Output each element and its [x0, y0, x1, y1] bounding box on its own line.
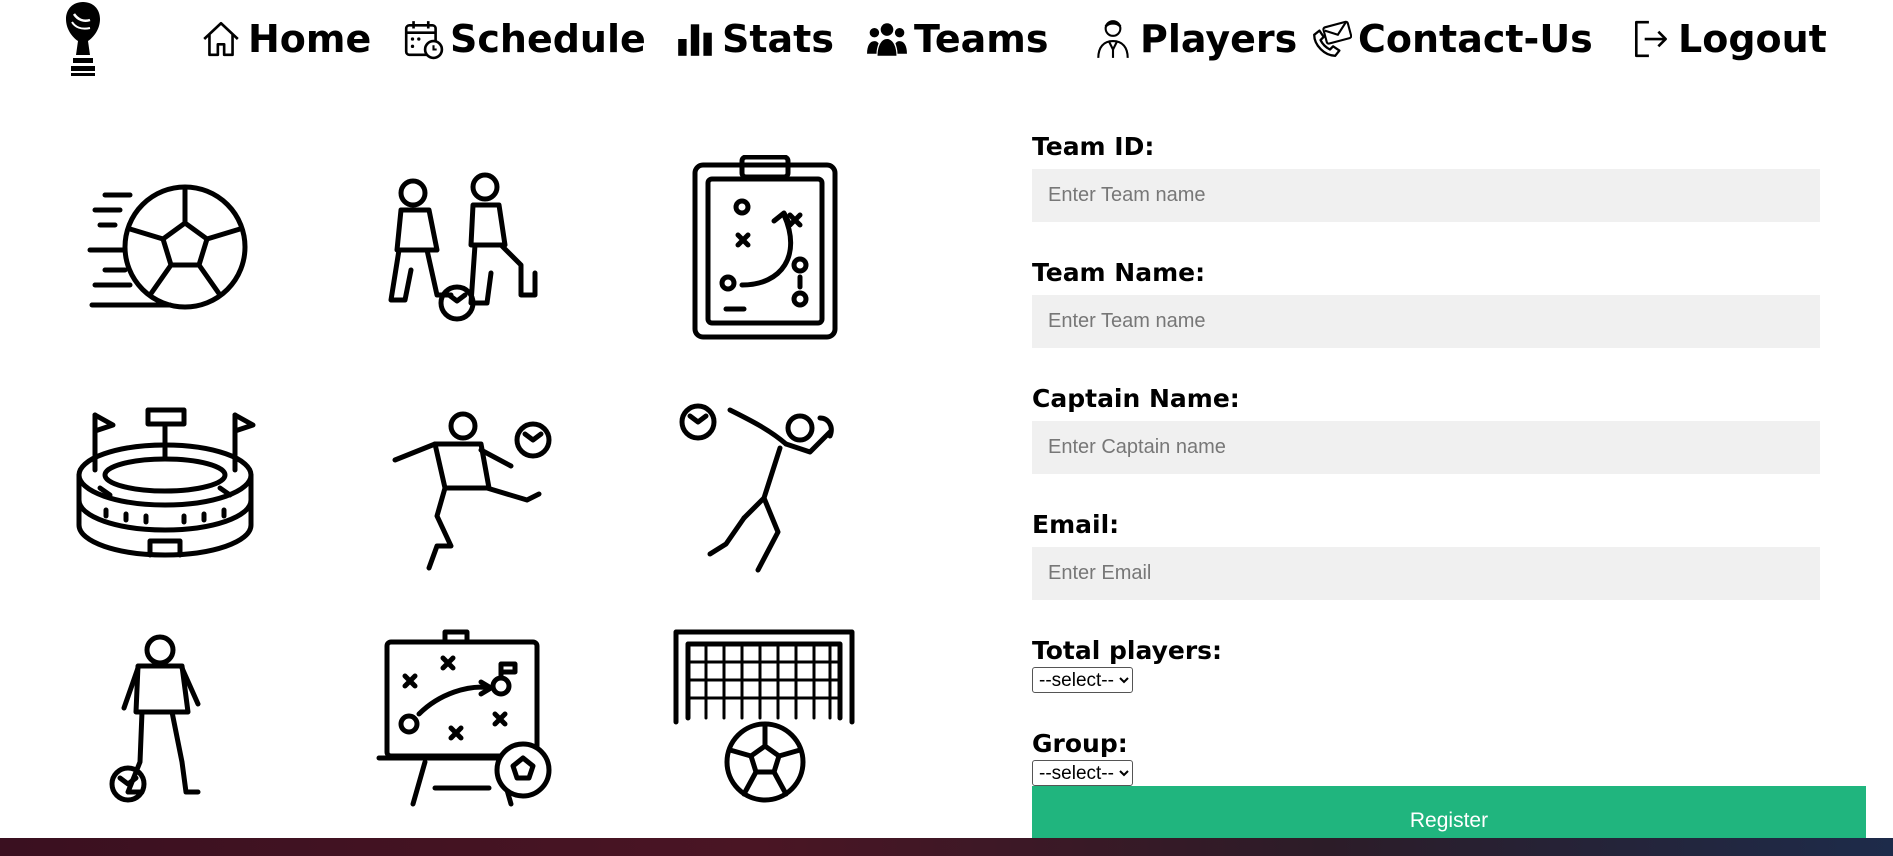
tactics-board-icon	[375, 628, 565, 818]
nav-stats[interactable]: Stats	[674, 12, 834, 66]
captain-name-input[interactable]	[1032, 421, 1820, 474]
nav-teams-label: Teams	[914, 17, 1049, 61]
nav-logout-label: Logout	[1678, 17, 1827, 61]
captain-name-label: Captain Name:	[1032, 384, 1240, 413]
two-players-icon	[375, 155, 565, 345]
bar-chart-icon	[678, 24, 712, 56]
goal-net-icon	[670, 622, 860, 812]
calendar-clock-icon	[404, 21, 444, 60]
phone-envelope-icon	[1313, 20, 1352, 57]
nav-schedule-label: Schedule	[450, 17, 646, 61]
nav-schedule[interactable]: Schedule	[402, 12, 646, 66]
kicking-player-icon	[375, 400, 565, 590]
nav-home-label: Home	[248, 17, 372, 61]
total-players-label: Total players:	[1032, 636, 1223, 665]
main-nav: Home Schedule Stats Teams Players Contac…	[0, 0, 1893, 80]
goalkeeper-icon	[670, 400, 860, 590]
nav-teams[interactable]: Teams	[866, 12, 1049, 66]
team-name-input[interactable]	[1032, 295, 1820, 348]
email-input[interactable]	[1032, 547, 1820, 600]
total-players-select[interactable]: --select--	[1032, 667, 1133, 693]
nav-contact-label: Contact-Us	[1358, 17, 1593, 61]
nav-players-label: Players	[1140, 17, 1298, 61]
group-icon	[867, 23, 907, 56]
speeding-ball-icon	[70, 155, 260, 345]
stadium-icon	[70, 400, 260, 590]
player-icon	[1097, 20, 1129, 58]
os-taskbar	[0, 838, 1893, 856]
house-icon	[203, 21, 239, 57]
nav-logout[interactable]: Logout	[1630, 12, 1827, 66]
team-id-input[interactable]	[1032, 169, 1820, 222]
tactics-clipboard-icon	[670, 154, 860, 345]
dribbling-player-icon	[70, 628, 260, 818]
team-id-label: Team ID:	[1032, 132, 1155, 161]
group-label: Group:	[1032, 729, 1128, 758]
team-name-label: Team Name:	[1032, 258, 1206, 287]
nav-stats-label: Stats	[722, 17, 834, 61]
nav-contact[interactable]: Contact-Us	[1310, 12, 1593, 66]
team-registration-form: Team ID: Team Name: Captain Name: Email:…	[1032, 132, 1868, 822]
group-select[interactable]: --select--	[1032, 760, 1133, 786]
nav-home[interactable]: Home	[200, 12, 371, 66]
logout-icon	[1634, 20, 1668, 58]
email-label: Email:	[1032, 510, 1120, 539]
nav-players[interactable]: Players	[1092, 12, 1297, 66]
